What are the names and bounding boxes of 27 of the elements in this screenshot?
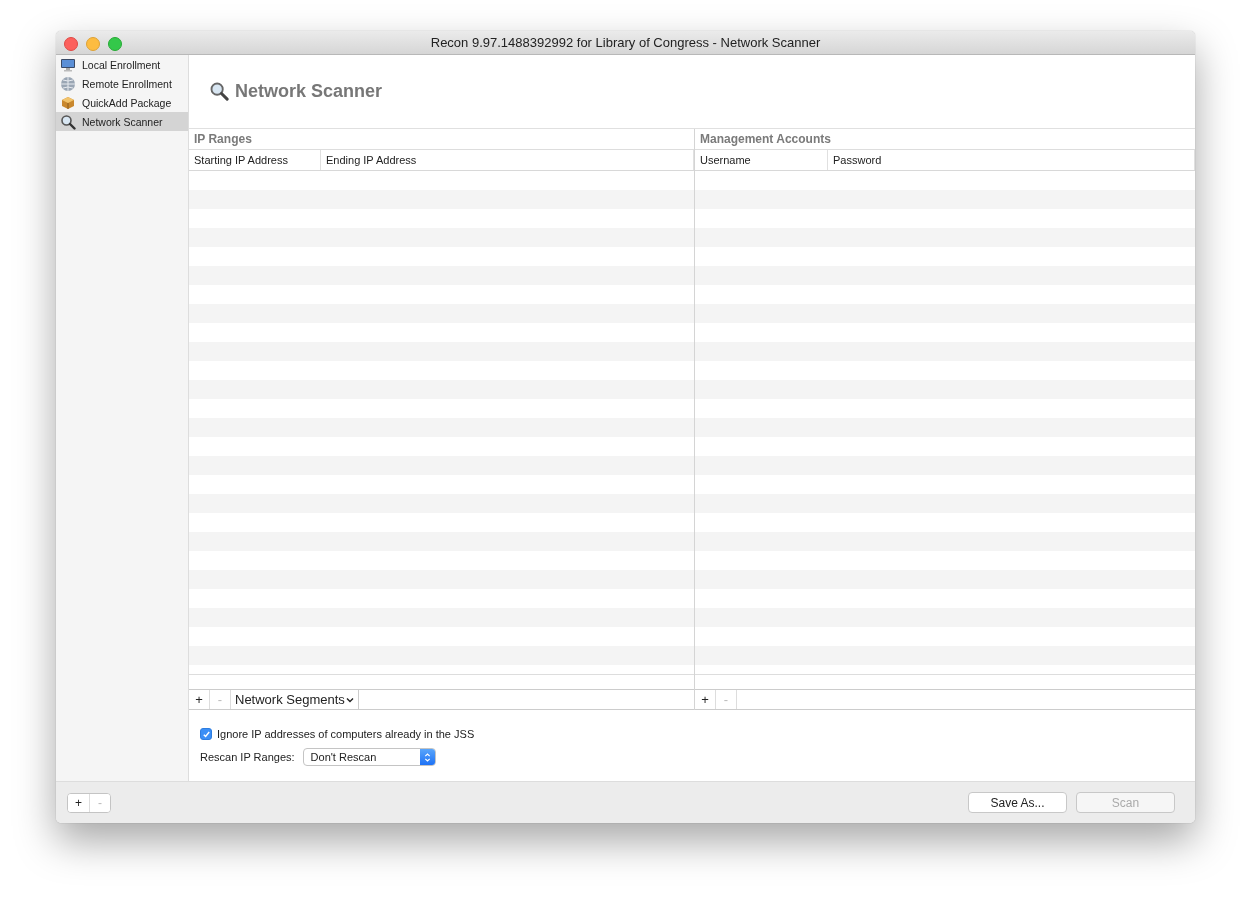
field-label: Rescan IP Ranges:	[200, 751, 295, 763]
chevron-icon	[345, 696, 354, 703]
section-title: IP Ranges	[189, 129, 694, 150]
column-header[interactable]: Starting IP Address	[189, 150, 321, 170]
minimize-button[interactable]	[86, 37, 100, 51]
globe-icon	[60, 75, 76, 92]
sidebar-item[interactable]: Remote Enrollment	[56, 74, 188, 93]
sidebar-item[interactable]: QuickAdd Package	[56, 93, 188, 112]
close-button[interactable]	[64, 37, 78, 51]
search-icon	[60, 113, 76, 130]
search-icon	[209, 80, 229, 101]
checkbox[interactable]	[200, 728, 212, 740]
zoom-button[interactable]	[108, 37, 122, 51]
checkbox-label: Ignore IP addresses of computers already in the JSS	[217, 728, 475, 740]
save-as-button[interactable]: Save As...	[968, 792, 1067, 813]
column-header[interactable]: Username	[695, 150, 828, 170]
page-title: Network Scanner	[235, 81, 383, 102]
window-title: Recon 9.97.1488392992 for Library of Congress - Network Scanner	[430, 35, 821, 50]
sidebar-item[interactable]: Network Scanner	[56, 112, 188, 131]
column-header[interactable]: Password	[828, 150, 1195, 170]
rescan-dropdown[interactable]: Don't Rescan	[302, 748, 436, 766]
section-title: Management Accounts	[695, 129, 1195, 150]
monitor-icon	[60, 56, 76, 73]
package-icon	[60, 94, 76, 111]
up-down-arrows-icon	[423, 751, 431, 763]
column-header[interactable]: Ending IP Address	[321, 150, 694, 170]
sidebar-item[interactable]: Local Enrollment	[56, 55, 188, 74]
